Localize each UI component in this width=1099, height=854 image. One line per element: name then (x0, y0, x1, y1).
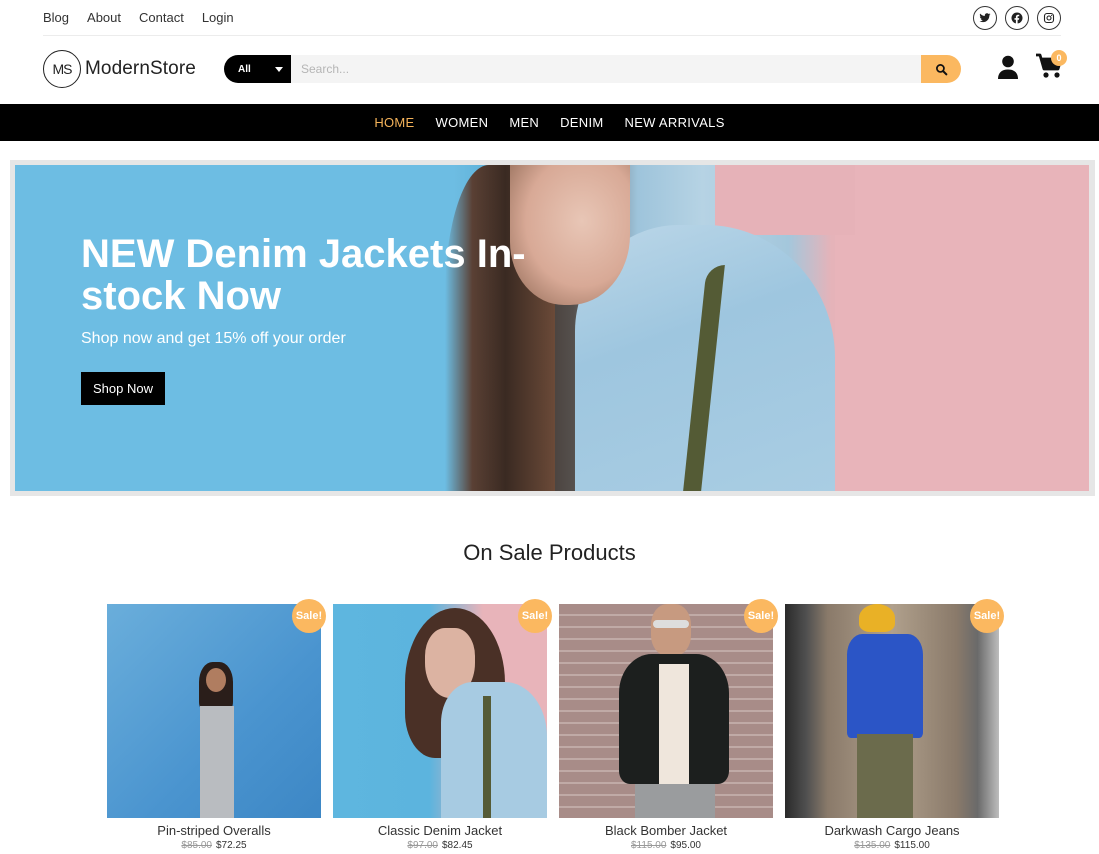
product-card[interactable]: Sale! Pin-striped Overalls $85.00 $72.25 (107, 599, 326, 851)
caret-down-icon (275, 66, 283, 72)
nav-home[interactable]: HOME (374, 115, 414, 130)
hero-bg-pink (835, 165, 1089, 491)
old-price: $115.00 (631, 840, 667, 851)
nav-women[interactable]: WOMEN (436, 115, 489, 130)
nav-denim[interactable]: DENIM (560, 115, 603, 130)
top-bar: Blog About Contact Login (43, 0, 1061, 36)
hero-banner: NEW Denim Jackets In-stock Now Shop now … (15, 165, 1089, 491)
old-price: $85.00 (181, 840, 212, 851)
sale-badge: Sale! (744, 599, 778, 633)
product-price: $135.00 $115.00 (785, 840, 999, 851)
product-name[interactable]: Classic Denim Jacket (333, 823, 547, 838)
search-button[interactable] (921, 55, 961, 83)
header: MS ModernStore All 0 (43, 45, 1067, 93)
search-category-select[interactable]: All (224, 55, 291, 83)
product-card[interactable]: Sale! Black Bomber Jacket $115.00 $95.00 (559, 599, 778, 851)
product-grid: Sale! Pin-striped Overalls $85.00 $72.25 … (107, 599, 1004, 851)
hero-title: NEW Denim Jackets In-stock Now (81, 232, 526, 318)
contact-link[interactable]: Contact (139, 10, 184, 25)
about-link[interactable]: About (87, 10, 121, 25)
old-price: $97.00 (407, 840, 438, 851)
top-links: Blog About Contact Login (43, 10, 234, 25)
sale-price: $115.00 (894, 840, 930, 851)
nav-new-arrivals[interactable]: NEW ARRIVALS (625, 115, 725, 130)
facebook-icon (1011, 12, 1023, 24)
section-title: On Sale Products (463, 540, 636, 565)
sale-price: $72.25 (216, 840, 247, 851)
nav-men[interactable]: MEN (509, 115, 539, 130)
product-name[interactable]: Darkwash Cargo Jeans (785, 823, 999, 838)
logo-mark: MS (43, 50, 81, 88)
twitter-icon (979, 12, 991, 22)
product-card[interactable]: Sale! Darkwash Cargo Jeans $135.00 $115.0… (785, 599, 1004, 851)
search-input[interactable] (291, 55, 921, 83)
twitter-button[interactable] (973, 5, 997, 30)
sale-price: $82.45 (442, 840, 473, 851)
login-link[interactable]: Login (202, 10, 234, 25)
old-price: $135.00 (854, 840, 891, 851)
search-bar: All (224, 55, 961, 83)
blog-link[interactable]: Blog (43, 10, 69, 25)
search-category-label: All (238, 63, 251, 75)
shop-now-button[interactable]: Shop Now (81, 372, 165, 405)
instagram-button[interactable] (1037, 5, 1061, 30)
sale-badge: Sale! (970, 599, 1004, 633)
hero-bg-pink-top (715, 165, 855, 235)
hero-bg-blue (15, 165, 455, 491)
sale-badge: Sale! (292, 599, 326, 633)
search-icon (935, 63, 947, 75)
product-price: $115.00 $95.00 (559, 840, 773, 851)
product-name[interactable]: Black Bomber Jacket (559, 823, 773, 838)
product-price: $97.00 $82.45 (333, 840, 547, 851)
sale-price: $95.00 (670, 840, 701, 851)
product-card[interactable]: Sale! Classic Denim Jacket $97.00 $82.45 (333, 599, 552, 851)
facebook-button[interactable] (1005, 5, 1029, 30)
social-links (973, 5, 1061, 30)
hero-subtitle: Shop now and get 15% off your order (81, 330, 346, 347)
product-name[interactable]: Pin-striped Overalls (107, 823, 321, 838)
product-image[interactable] (785, 604, 999, 818)
product-image[interactable] (333, 604, 547, 818)
logo-text: ModernStore (85, 58, 196, 79)
main-nav: HOME WOMEN MEN DENIM NEW ARRIVALS (0, 104, 1099, 141)
logo[interactable]: MS ModernStore (43, 50, 196, 88)
product-image[interactable] (559, 604, 773, 818)
product-price: $85.00 $72.25 (107, 840, 321, 851)
sale-badge: Sale! (518, 599, 552, 633)
cart-count-badge: 0 (1051, 50, 1067, 66)
user-account-icon[interactable] (997, 55, 1019, 79)
instagram-icon (1043, 12, 1055, 23)
product-image[interactable] (107, 604, 321, 818)
